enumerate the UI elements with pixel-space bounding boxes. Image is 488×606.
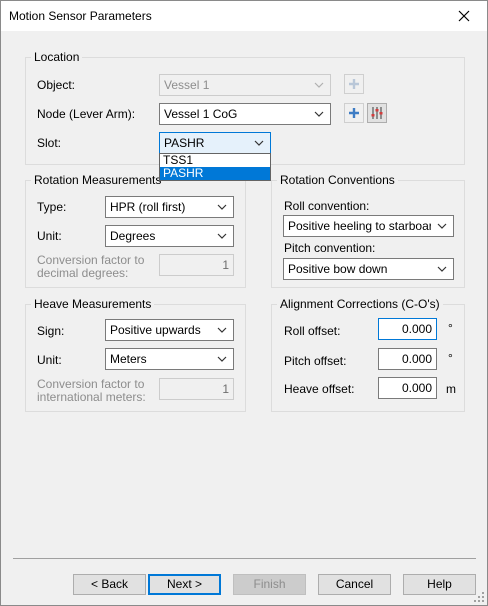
slot-select[interactable]: PASHR: [159, 132, 271, 154]
heave-sign-label: Sign:: [37, 324, 65, 338]
heave-conversion-label-line1: Conversion factor to: [37, 377, 145, 391]
object-label: Object:: [37, 78, 76, 92]
chevron-down-icon: [437, 223, 447, 229]
slot-label: Slot:: [37, 136, 62, 150]
heave-conversion-label-line2: international meters:: [37, 390, 146, 404]
close-icon: [458, 10, 470, 22]
rotation-measurements-legend: Rotation Measurements: [31, 173, 165, 187]
heave-sign-select[interactable]: Positive upwards: [105, 319, 234, 341]
slot-dropdown-list: TSS1 PASHR: [159, 153, 271, 181]
rotation-unit-value: Degrees: [110, 229, 156, 243]
footer-separator: [13, 558, 476, 559]
close-button[interactable]: [441, 1, 487, 31]
pitch-offset-input[interactable]: 0.000: [378, 348, 437, 370]
slot-select-value: PASHR: [164, 136, 205, 150]
chevron-down-icon: [254, 140, 264, 146]
heave-offset-unit: m: [446, 382, 456, 396]
chevron-down-icon: [217, 327, 227, 333]
roll-offset-unit: °: [448, 321, 453, 335]
rotation-conversion-input[interactable]: 1: [159, 254, 234, 276]
roll-offset-input[interactable]: 0.000: [378, 318, 437, 340]
chevron-down-icon: [217, 356, 227, 362]
cancel-button[interactable]: Cancel: [318, 574, 391, 595]
rotation-unit-select[interactable]: Degrees: [105, 225, 234, 247]
plus-icon: [349, 108, 359, 118]
rotation-unit-label: Unit:: [37, 229, 62, 243]
node-label: Node (Lever Arm):: [37, 107, 136, 121]
heave-unit-select[interactable]: Meters: [105, 348, 234, 370]
heave-offset-input[interactable]: 0.000: [378, 377, 437, 399]
add-node-button[interactable]: [344, 103, 364, 123]
pitch-convention-label: Pitch convention:: [284, 241, 376, 255]
heave-offset-label: Heave offset:: [284, 382, 355, 396]
rotation-type-select[interactable]: HPR (roll first): [105, 196, 234, 218]
chevron-down-icon: [437, 266, 447, 272]
heave-unit-label: Unit:: [37, 353, 62, 367]
pitch-convention-value: Positive bow down: [288, 262, 388, 276]
finish-button[interactable]: Finish: [233, 574, 306, 595]
window-title: Motion Sensor Parameters: [9, 9, 152, 23]
rotation-conversion-label-line2: decimal degrees:: [37, 266, 129, 280]
chevron-down-icon: [314, 111, 324, 117]
sliders-icon: [371, 107, 383, 119]
node-select[interactable]: Vessel 1 CoG: [159, 103, 331, 125]
edit-node-button[interactable]: [367, 103, 387, 123]
dialog-window: Motion Sensor Parameters Location Object…: [0, 0, 488, 606]
rotation-conversion-label-line1: Conversion factor to: [37, 253, 145, 267]
node-select-value: Vessel 1 CoG: [164, 107, 238, 121]
rotation-type-value: HPR (roll first): [110, 200, 186, 214]
heave-measurements-legend: Heave Measurements: [31, 297, 155, 311]
slot-option-pashr[interactable]: PASHR: [160, 167, 270, 180]
rotation-type-label: Type:: [37, 200, 67, 214]
heave-unit-value: Meters: [110, 352, 147, 366]
chevron-down-icon: [217, 204, 227, 210]
roll-offset-label: Roll offset:: [284, 324, 341, 338]
next-button[interactable]: Next >: [148, 574, 221, 595]
roll-convention-value: Positive heeling to starboard: [288, 219, 431, 233]
object-select[interactable]: Vessel 1: [159, 74, 331, 96]
location-legend: Location: [31, 50, 83, 64]
heave-conversion-input[interactable]: 1: [159, 378, 234, 400]
add-object-button[interactable]: [344, 74, 364, 94]
resize-grip-icon[interactable]: [474, 592, 484, 602]
pitch-offset-unit: °: [448, 351, 453, 365]
heave-sign-value: Positive upwards: [110, 323, 201, 337]
alignment-corrections-legend: Alignment Corrections (C-O's): [277, 297, 443, 311]
pitch-convention-select[interactable]: Positive bow down: [283, 258, 454, 280]
rotation-conventions-legend: Rotation Conventions: [277, 173, 398, 187]
object-select-value: Vessel 1: [164, 78, 210, 92]
roll-convention-select[interactable]: Positive heeling to starboard: [283, 215, 454, 237]
chevron-down-icon: [314, 82, 324, 88]
roll-convention-label: Roll convention:: [284, 199, 370, 213]
title-bar: Motion Sensor Parameters: [1, 1, 487, 31]
help-button[interactable]: Help: [403, 574, 476, 595]
chevron-down-icon: [217, 233, 227, 239]
back-button[interactable]: < Back: [73, 574, 146, 595]
plus-icon: [349, 79, 359, 89]
pitch-offset-label: Pitch offset:: [284, 354, 347, 368]
